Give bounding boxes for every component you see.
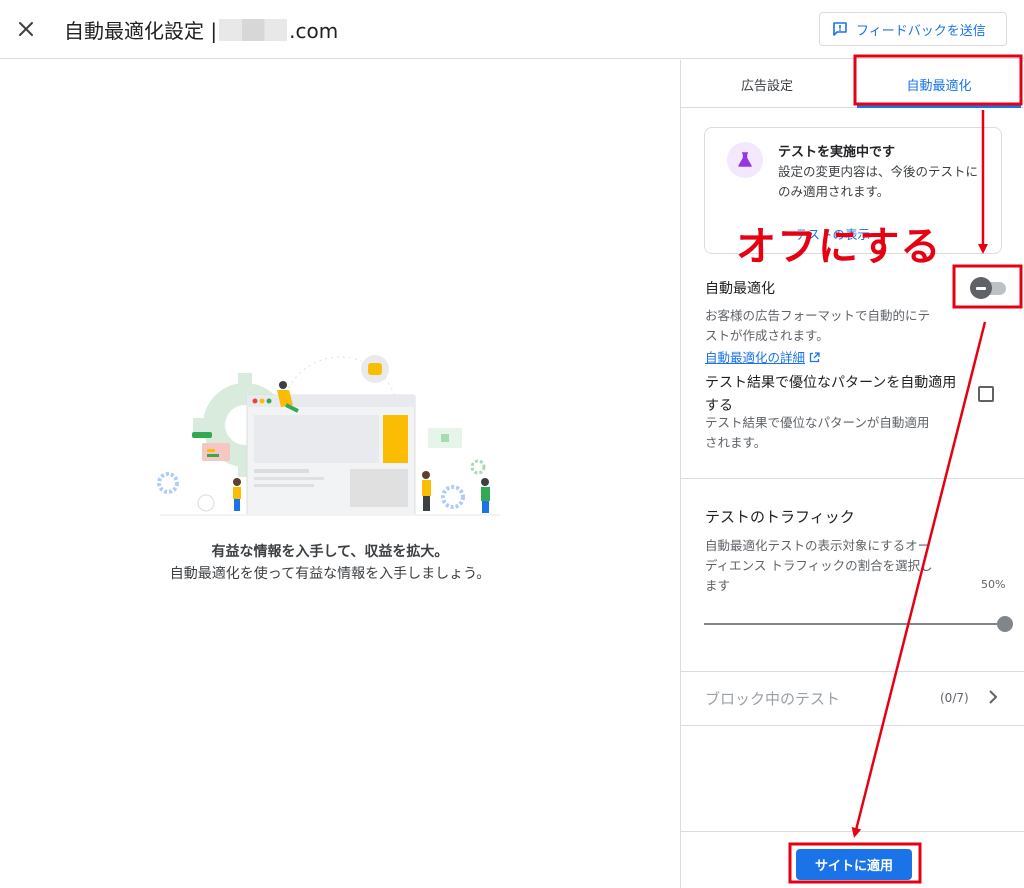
panel-footer: サイトに適用	[681, 831, 1024, 888]
promo-illustration	[157, 355, 500, 516]
external-link-icon	[809, 352, 820, 363]
traffic-value-label: 50%	[981, 578, 1006, 591]
tab-ad-settings[interactable]: 広告設定	[681, 60, 853, 108]
blocked-tests-label: ブロック中のテスト	[705, 690, 841, 708]
close-button[interactable]	[12, 15, 40, 43]
close-icon	[19, 22, 33, 36]
auto-apply-checkbox[interactable]	[978, 386, 994, 402]
test-running-card: テストを実施中です 設定の変更内容は、今後のテストにのみ適用されます。 テストの…	[704, 127, 1002, 254]
promo-description: 自動最適化を使って有益な情報を入手しましょう。	[169, 566, 491, 582]
traffic-slider[interactable]	[704, 615, 1014, 633]
page-title-prefix: 自動最適化設定 |	[64, 19, 218, 43]
auto-optimize-detail-link[interactable]: 自動最適化の詳細	[705, 347, 820, 366]
preview-pane: 有益な情報を入手して、収益を拡大。 自動最適化を使って有益な情報を入手しましょう…	[0, 60, 680, 888]
traffic-description: 自動最適化テストの表示対象にするオーディエンス トラフィックの割合を選択します	[705, 538, 933, 593]
tab-auto-optimize[interactable]: 自動最適化	[853, 60, 1024, 108]
traffic-title: テストのトラフィック	[705, 508, 855, 526]
feedback-button[interactable]: フィードバックを送信	[819, 12, 1007, 46]
promo-title: 有益な情報を入手して、収益を拡大。	[211, 544, 449, 560]
auto-optimize-toggle[interactable]	[970, 276, 1006, 300]
redacted-domain	[219, 19, 288, 41]
section-divider	[681, 725, 1024, 726]
page-title: 自動最適化設定 | .com	[64, 15, 338, 44]
blocked-tests-count: (0/7)	[940, 691, 969, 705]
flask-icon	[738, 152, 752, 167]
chevron-right-icon	[989, 690, 998, 704]
settings-tabs: 広告設定 自動最適化	[681, 60, 1024, 108]
auto-apply-label: テスト結果で優位なパターンを自動適用する	[705, 375, 957, 414]
detail-link-label: 自動最適化の詳細	[705, 350, 806, 365]
test-card-title: テストを実施中です	[778, 145, 896, 160]
apply-to-site-button[interactable]: サイトに適用	[796, 849, 912, 880]
view-test-link[interactable]: テストの表示	[795, 224, 870, 243]
slider-track	[704, 623, 1004, 625]
settings-panel: 広告設定 自動最適化 テストを実施中です 設定の変更内容は、今後のテストにのみ適…	[680, 60, 1024, 888]
toggle-thumb	[970, 277, 992, 299]
auto-apply-description: テスト結果で優位なパターンが自動適用されます。	[705, 415, 930, 450]
test-card-text: 設定の変更内容は、今後のテストにのみ適用されます。	[778, 164, 979, 199]
page-title-suffix: .com	[289, 19, 339, 43]
blocked-tests-row[interactable]: ブロック中のテスト (0/7)	[681, 672, 1024, 724]
top-bar: 自動最適化設定 | .com フィードバックを送信	[0, 0, 1024, 59]
active-tab-indicator	[857, 105, 1021, 108]
flask-icon-badge	[727, 142, 763, 178]
auto-optimize-label: 自動最適化	[705, 281, 775, 297]
slider-thumb[interactable]	[997, 616, 1013, 632]
section-divider	[681, 478, 1024, 479]
feedback-icon	[833, 22, 847, 36]
auto-optimize-description: お客様の広告フォーマットで自動的にテストが作成されます。	[705, 308, 931, 343]
feedback-label: フィードバックを送信	[856, 23, 986, 39]
